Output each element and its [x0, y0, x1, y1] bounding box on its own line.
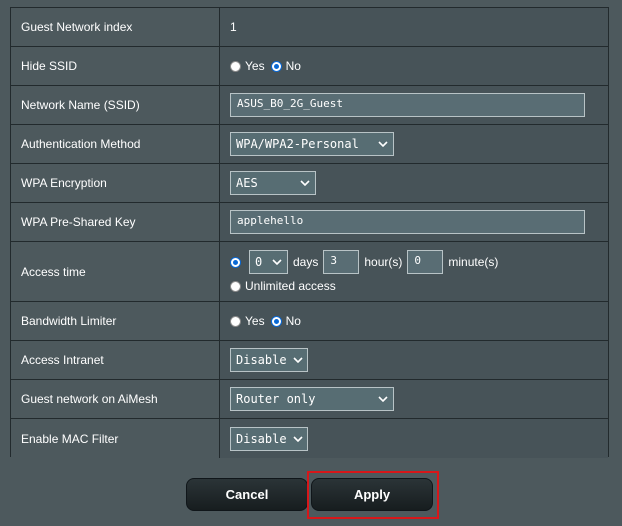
label-enable-mac-filter: Enable MAC Filter — [11, 419, 220, 458]
authentication-method-select[interactable]: WPA/WPA2-Personal — [230, 132, 394, 156]
access-time-limited-radio[interactable] — [230, 256, 241, 268]
chevron-down-icon — [293, 435, 303, 442]
access-hours-input[interactable]: 3 — [323, 250, 360, 274]
bandwidth-limiter-yes-radio[interactable] — [230, 315, 241, 327]
label-wpa-encryption: WPA Encryption — [11, 164, 220, 202]
hide-ssid-yes-option[interactable]: Yes — [230, 59, 265, 73]
bandwidth-limiter-no-radio[interactable] — [270, 315, 282, 327]
label-guest-network-aimesh: Guest network on AiMesh — [11, 380, 220, 418]
hide-ssid-yes-radio[interactable] — [230, 60, 241, 72]
wpa-encryption-value: AES — [236, 176, 258, 190]
wpa-psk-input[interactable]: applehello — [230, 210, 585, 234]
chevron-down-icon — [272, 259, 282, 265]
unlimited-access-label: Unlimited access — [245, 279, 336, 293]
chevron-down-icon — [300, 180, 310, 186]
row-hide-ssid: Hide SSID Yes No — [11, 47, 608, 86]
bandwidth-limiter-no-option[interactable]: No — [270, 314, 301, 328]
guest-network-index-value: 1 — [230, 20, 237, 34]
access-intranet-value: Disable — [236, 353, 287, 367]
hide-ssid-yes-label: Yes — [245, 59, 265, 73]
chevron-down-icon — [378, 141, 388, 147]
access-days-select[interactable]: 0 — [249, 250, 288, 274]
label-network-name: Network Name (SSID) — [11, 86, 220, 124]
row-bandwidth-limiter: Bandwidth Limiter Yes No — [11, 302, 608, 341]
label-authentication-method: Authentication Method — [11, 125, 220, 163]
access-intranet-select[interactable]: Disable — [230, 348, 308, 372]
chevron-down-icon — [293, 357, 303, 363]
mac-filter-value: Disable — [236, 431, 287, 446]
bandwidth-limiter-yes-option[interactable]: Yes — [230, 314, 265, 328]
row-wpa-psk: WPA Pre-Shared Key applehello — [11, 203, 608, 242]
mac-filter-select[interactable]: Disable — [230, 426, 308, 451]
guest-network-settings-table: Guest Network index 1 Hide SSID Yes No N… — [10, 7, 609, 458]
row-network-name: Network Name (SSID) ASUS_B0_2G_Guest — [11, 86, 608, 125]
wpa-encryption-select[interactable]: AES — [230, 171, 316, 195]
row-wpa-encryption: WPA Encryption AES — [11, 164, 608, 203]
ssid-input[interactable]: ASUS_B0_2G_Guest — [230, 93, 585, 117]
row-authentication-method: Authentication Method WPA/WPA2-Personal — [11, 125, 608, 164]
bandwidth-limiter-no-label: No — [285, 314, 301, 328]
access-minutes-input[interactable]: 0 — [407, 250, 444, 274]
bandwidth-limiter-yes-label: Yes — [245, 314, 265, 328]
row-guest-network-index: Guest Network index 1 — [11, 8, 608, 47]
label-access-time: Access time — [11, 242, 220, 301]
hide-ssid-no-label: No — [285, 59, 301, 73]
hide-ssid-no-option[interactable]: No — [270, 59, 301, 73]
access-days-value: 0 — [255, 255, 263, 269]
apply-button[interactable]: Apply — [311, 478, 433, 511]
label-guest-network-index: Guest Network index — [11, 8, 220, 46]
label-bandwidth-limiter: Bandwidth Limiter — [11, 302, 220, 340]
aimesh-select[interactable]: Router only — [230, 387, 394, 411]
hours-label: hour(s) — [364, 255, 403, 269]
hide-ssid-no-radio[interactable] — [270, 60, 282, 72]
chevron-down-icon — [378, 396, 388, 402]
label-wpa-psk: WPA Pre-Shared Key — [11, 203, 220, 241]
row-access-time: Access time 0 days 3 hour(s) 0 minute(s)… — [11, 242, 608, 302]
minutes-label: minute(s) — [448, 255, 499, 269]
row-guest-network-aimesh: Guest network on AiMesh Router only — [11, 380, 608, 419]
row-enable-mac-filter: Enable MAC Filter Disable — [11, 419, 608, 458]
label-access-intranet: Access Intranet — [11, 341, 220, 379]
unlimited-access-option[interactable]: Unlimited access — [230, 279, 336, 293]
unlimited-access-radio[interactable] — [230, 280, 241, 292]
label-hide-ssid: Hide SSID — [11, 47, 220, 85]
row-access-intranet: Access Intranet Disable — [11, 341, 608, 380]
aimesh-value: Router only — [236, 392, 316, 406]
authentication-method-value: WPA/WPA2-Personal — [236, 137, 359, 151]
cancel-button[interactable]: Cancel — [186, 478, 308, 511]
days-label: days — [293, 255, 319, 269]
